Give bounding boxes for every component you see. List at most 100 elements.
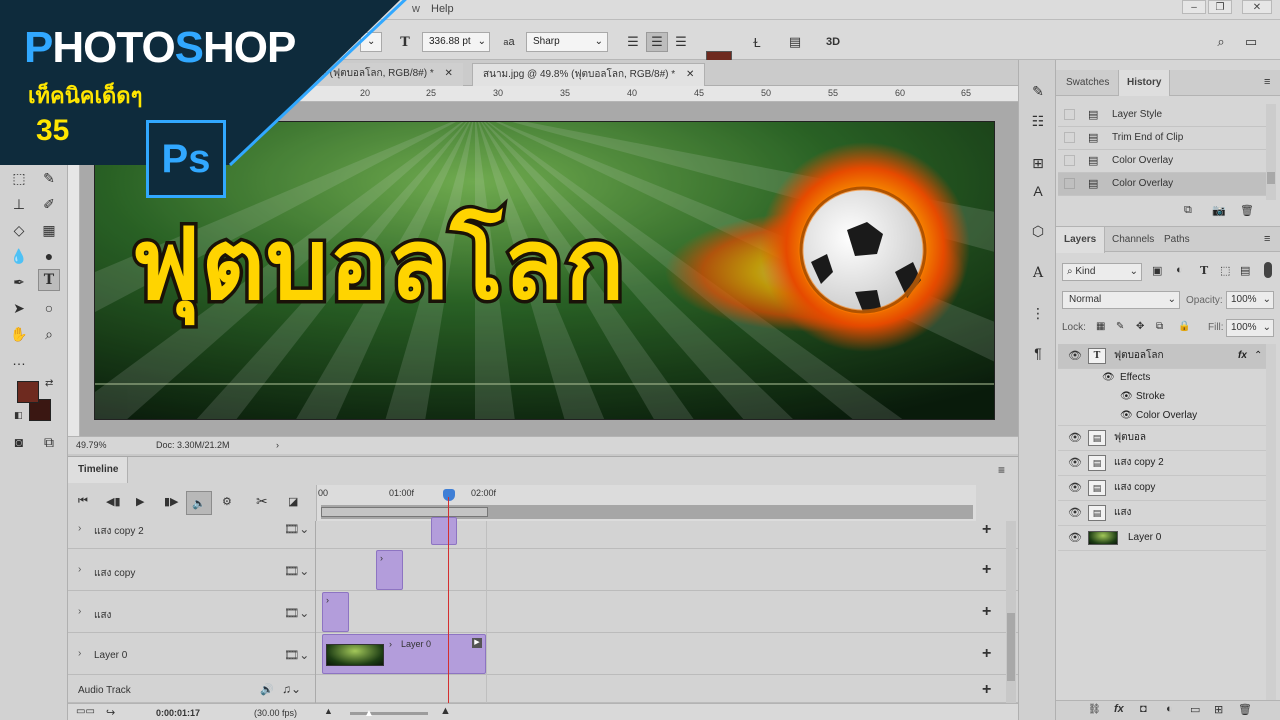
add-media-icon[interactable]: + <box>982 561 991 579</box>
new-layer-icon[interactable]: ⊞ <box>1214 703 1223 716</box>
filter-shape-icon[interactable]: ⬚ <box>1220 264 1230 277</box>
blur-tool-icon[interactable]: 💧 <box>8 245 30 267</box>
eraser-tool-icon[interactable]: ◇ <box>8 219 30 241</box>
filter-smart-object-icon[interactable]: ▤ <box>1240 264 1250 277</box>
zoom-tool-icon[interactable]: ⌕ <box>38 323 60 345</box>
foreground-color-swatch[interactable] <box>17 381 39 403</box>
zoom-slider-thumb[interactable]: ▲ <box>364 708 374 719</box>
align-left-icon[interactable]: ☰ <box>622 32 644 52</box>
speaker-icon[interactable]: 🔊 <box>260 683 274 696</box>
scrollbar-thumb[interactable] <box>1267 172 1275 184</box>
minimize-button[interactable]: – <box>1182 0 1206 14</box>
lock-artboard-icon[interactable]: ⧉ <box>1156 321 1163 332</box>
timeline-track[interactable]: › Layer 0 🎞⌄ › Layer 0 ▶ + <box>68 633 1018 675</box>
default-colors-icon[interactable]: ◧ <box>14 410 23 421</box>
prev-frame-icon[interactable]: ◀▮ <box>106 495 121 508</box>
status-menu-icon[interactable]: › <box>276 437 279 454</box>
render-video-icon[interactable]: ↪ <box>106 706 115 719</box>
filter-toggle[interactable] <box>1264 262 1272 278</box>
blend-mode-dropdown[interactable]: Normal ⌄ <box>1062 291 1180 309</box>
lock-pixels-icon[interactable]: ✎ <box>1116 321 1124 332</box>
visibility-eye-icon[interactable]: 👁 <box>1068 476 1082 500</box>
link-layers-icon[interactable]: ⛓ <box>1088 704 1101 715</box>
visibility-eye-icon[interactable]: 👁 <box>1102 369 1115 387</box>
layer-filter-dropdown[interactable]: ⌕ Kind ⌄ <box>1062 263 1142 281</box>
add-mask-icon[interactable]: ◘ <box>1140 703 1147 715</box>
panel-menu-icon[interactable]: ≡ <box>1264 233 1270 245</box>
add-media-icon[interactable]: + <box>982 645 991 663</box>
visibility-eye-icon[interactable]: 👁 <box>1068 344 1082 368</box>
paragraph-panel-icon[interactable]: ¶ <box>1027 342 1049 364</box>
expand-chevron-icon[interactable]: › <box>78 606 81 617</box>
close-icon[interactable]: ✕ <box>686 69 694 80</box>
lock-transparent-icon[interactable]: ▦ <box>1096 321 1105 332</box>
antialias-dropdown[interactable]: Sharp ⌄ <box>526 32 608 52</box>
filter-adjustment-icon[interactable]: ◐ <box>1176 264 1183 276</box>
visibility-eye-icon[interactable]: 👁 <box>1068 426 1082 450</box>
settings-gear-icon[interactable]: ⚙ <box>222 495 232 508</box>
video-clip[interactable]: › <box>376 550 403 590</box>
zoom-in-icon[interactable]: ▲ <box>440 705 451 717</box>
channels-panel-icon[interactable]: ⋮ <box>1027 302 1049 324</box>
font-size-field[interactable]: 336.88 pt ⌄ <box>422 32 490 52</box>
fill-field[interactable]: 100% ⌄ <box>1226 319 1274 337</box>
film-icon[interactable]: 🎞⌄ <box>284 648 309 662</box>
tab-layers[interactable]: Layers <box>1056 227 1106 253</box>
next-frame-icon[interactable]: ▮▶ <box>164 495 179 508</box>
visibility-eye-icon[interactable]: 👁 <box>1120 407 1133 425</box>
music-note-icon[interactable]: ♫⌄ <box>282 682 301 696</box>
filter-pixel-icon[interactable]: ▣ <box>1152 264 1162 277</box>
add-style-icon[interactable]: fx <box>1114 703 1124 715</box>
expand-chevron-icon[interactable]: › <box>78 564 81 575</box>
play-icon[interactable]: ▶ <box>136 495 144 508</box>
audio-track[interactable]: Audio Track 🔊 ♫⌄ + <box>68 675 1018 703</box>
video-clip[interactable] <box>431 517 457 545</box>
playhead-handle[interactable] <box>443 489 455 501</box>
history-checkbox[interactable] <box>1064 132 1075 143</box>
timeline-scrollbar[interactable] <box>1006 521 1016 703</box>
panel-menu-icon[interactable]: ≡ <box>1264 76 1270 88</box>
expand-chevron-icon[interactable]: › <box>78 648 81 659</box>
pen-tool-icon[interactable]: ✒ <box>8 271 30 293</box>
dodge-tool-icon[interactable]: ● <box>38 245 60 267</box>
timeline-track[interactable]: › แสง copy 🎞⌄ › + <box>68 549 1018 591</box>
film-icon[interactable]: 🎞⌄ <box>284 522 309 536</box>
add-audio-icon[interactable]: + <box>982 681 991 699</box>
more-tools-icon[interactable]: … <box>8 349 30 371</box>
tab-swatches[interactable]: Swatches <box>1058 70 1117 96</box>
layer-row[interactable]: 👁 ▤ แสง copy <box>1058 476 1268 501</box>
history-checkbox[interactable] <box>1064 178 1075 189</box>
timeline-track[interactable]: › แสง copy 2 🎞⌄ + <box>68 513 1018 549</box>
zoom-level[interactable]: 49.79% <box>76 437 107 454</box>
delete-layer-icon[interactable]: 🗑 <box>1238 703 1252 716</box>
history-item[interactable]: ▤ Color Overlay <box>1058 150 1268 173</box>
scrollbar-thumb[interactable] <box>1007 613 1015 681</box>
trash-icon[interactable]: 🗑 <box>1240 204 1254 217</box>
close-icon[interactable]: ✕ <box>445 68 453 79</box>
effect-row-color-overlay[interactable]: 👁 Color Overlay <box>1058 407 1268 426</box>
adjustments-panel-icon[interactable]: ☷ <box>1027 110 1049 132</box>
brush-tool-icon[interactable]: ✎ <box>38 167 60 189</box>
collapse-effects-icon[interactable]: ⌃ <box>1254 344 1262 368</box>
mute-audio-icon[interactable]: 🔈 <box>186 491 212 515</box>
layer-row[interactable]: 👁 ▤ ฟุตบอล <box>1058 426 1268 451</box>
brush-panel-icon[interactable]: ✎ <box>1027 80 1049 102</box>
layers-scrollbar[interactable] <box>1266 344 1276 704</box>
align-right-icon[interactable]: ☰ <box>670 32 692 52</box>
tab-channels[interactable]: Channels <box>1104 227 1162 253</box>
tab-history[interactable]: History <box>1118 70 1171 96</box>
film-icon[interactable]: 🎞⌄ <box>284 606 309 620</box>
panel-menu-icon[interactable]: ≡ <box>998 463 1005 477</box>
effects-row[interactable]: 👁 Effects <box>1058 369 1268 388</box>
type-tool-icon[interactable]: T <box>38 269 60 291</box>
history-item[interactable]: ▤ Layer Style <box>1058 104 1268 127</box>
layer-row-background[interactable]: 👁 Layer 0 <box>1058 526 1268 551</box>
history-item-selected[interactable]: ▤ Color Overlay <box>1058 173 1268 196</box>
split-scissors-icon[interactable]: ✂ <box>256 493 268 510</box>
history-scrollbar[interactable] <box>1266 104 1276 200</box>
3d-icon[interactable]: 3D <box>822 32 844 52</box>
layer-row[interactable]: 👁 ▤ แสง <box>1058 501 1268 526</box>
lock-all-icon[interactable]: 🔒 <box>1178 321 1190 332</box>
first-frame-icon[interactable]: ⏮ <box>78 495 88 508</box>
marquee-tool-icon[interactable]: ⬚ <box>8 167 30 189</box>
